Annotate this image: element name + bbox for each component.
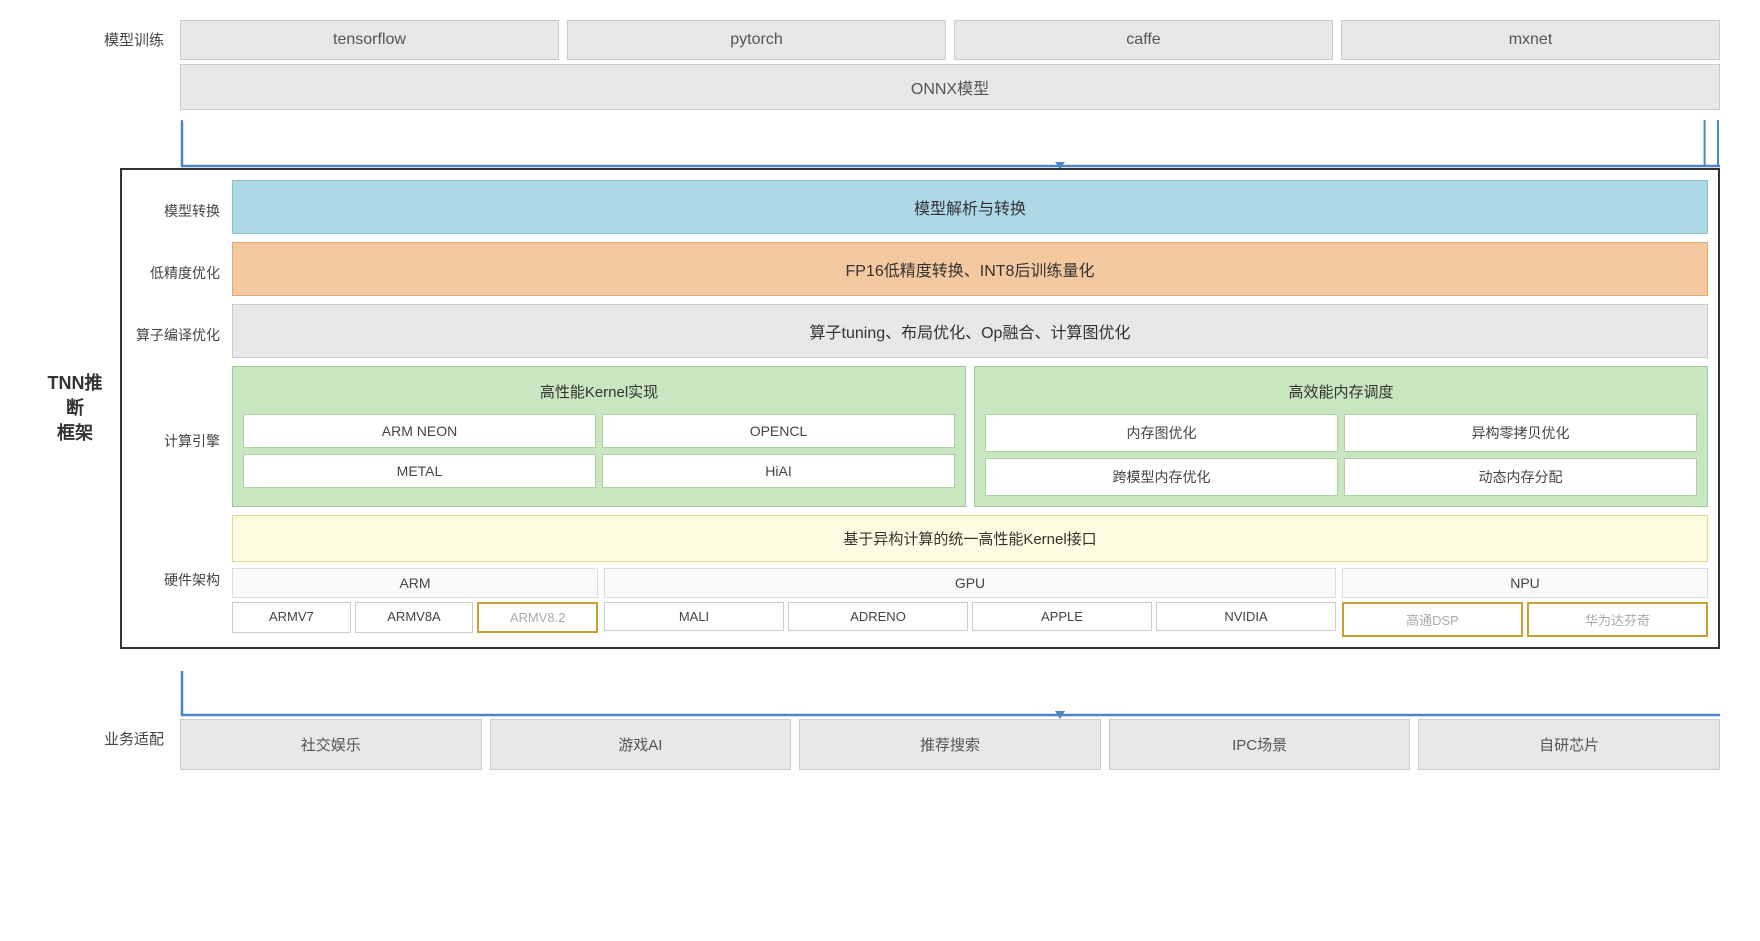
unified-kernel-box: 基于异构计算的统一高性能Kernel接口 bbox=[232, 515, 1708, 562]
hardware-categories: ARM ARMV7 ARMV8A ARMV8.2 GPU MALI bbox=[232, 568, 1708, 637]
arm-section: ARM ARMV7 ARMV8A ARMV8.2 bbox=[232, 568, 598, 637]
memory-cross-model: 跨模型内存优化 bbox=[985, 458, 1338, 496]
biz-recommend: 推荐搜索 bbox=[799, 719, 1101, 770]
arm-items: ARMV7 ARMV8A ARMV8.2 bbox=[232, 602, 598, 633]
compiler-content: 算子tuning、布局优化、Op融合、计算图优化 bbox=[232, 304, 1708, 358]
high-perf-kernel-title: 高性能Kernel实现 bbox=[243, 377, 955, 406]
efficient-memory-panel: 高效能内存调度 内存图优化 异构零拷贝优化 跨模型内存优化 动态内存分配 bbox=[974, 366, 1708, 507]
gpu-section: GPU MALI ADRENO APPLE NVIDIA bbox=[604, 568, 1336, 637]
low-precision-content: FP16低精度转换、INT8后训练量化 bbox=[232, 242, 1708, 296]
mali-chip: MALI bbox=[604, 602, 784, 631]
armv7-chip: ARMV7 bbox=[232, 602, 351, 633]
top-connector-svg2 bbox=[180, 118, 1720, 168]
model-conversion-row: 模型转换 模型解析与转换 bbox=[132, 180, 1708, 234]
hardware-content: 基于异构计算的统一高性能Kernel接口 ARM ARMV7 ARMV8A AR… bbox=[232, 515, 1708, 637]
npu-section: NPU 高通DSP 华为达芬奇 bbox=[1342, 568, 1708, 637]
biz-ipc: IPC场景 bbox=[1109, 719, 1411, 770]
business-section: 业务适配 社交娱乐 游戏AI 推荐搜索 IPC场景 自研芯片 bbox=[40, 719, 1720, 770]
bottom-connector-svg bbox=[180, 669, 1720, 719]
compiler-box: 算子tuning、布局优化、Op融合、计算图优化 bbox=[232, 304, 1708, 358]
model-training-section: 模型训练 tensorflow pytorch caffe mxnet ONNX… bbox=[40, 20, 1720, 110]
main-box: 模型转换 模型解析与转换 低精度优化 FP16低精度转换、INT8后训练量化 算… bbox=[120, 168, 1720, 649]
biz-game-ai: 游戏AI bbox=[490, 719, 792, 770]
qualcomm-dsp-chip: 高通DSP bbox=[1342, 602, 1523, 637]
hardware-label: 硬件架构 bbox=[132, 515, 232, 637]
arm-category-label: ARM bbox=[232, 568, 598, 598]
top-connector bbox=[180, 118, 1720, 168]
compute-engine-label: 计算引擎 bbox=[132, 366, 232, 507]
bottom-connector bbox=[180, 669, 1720, 719]
memory-hetero-copy: 异构零拷贝优化 bbox=[1344, 414, 1697, 452]
page-container: 模型训练 tensorflow pytorch caffe mxnet ONNX… bbox=[40, 20, 1720, 778]
biz-social: 社交娱乐 bbox=[180, 719, 482, 770]
memory-grid: 内存图优化 异构零拷贝优化 跨模型内存优化 动态内存分配 bbox=[985, 414, 1697, 496]
onnx-model-box: ONNX模型 bbox=[180, 64, 1720, 110]
kernel-arm-neon: ARM NEON bbox=[243, 414, 596, 448]
kernel-grid: ARM NEON OPENCL METAL HiAI bbox=[243, 414, 955, 488]
npu-items: 高通DSP 华为达芬奇 bbox=[1342, 602, 1708, 637]
model-conversion-content: 模型解析与转换 bbox=[232, 180, 1708, 234]
nvidia-chip: NVIDIA bbox=[1156, 602, 1336, 631]
compiler-label: 算子编译优化 bbox=[132, 304, 232, 358]
memory-dynamic-alloc: 动态内存分配 bbox=[1344, 458, 1697, 496]
compiler-row: 算子编译优化 算子tuning、布局优化、Op融合、计算图优化 bbox=[132, 304, 1708, 358]
biz-custom-chip: 自研芯片 bbox=[1418, 719, 1720, 770]
kernel-hiai: HiAI bbox=[602, 454, 955, 488]
framework-row: tensorflow pytorch caffe mxnet bbox=[180, 20, 1720, 60]
model-training-label: 模型训练 bbox=[40, 20, 180, 53]
framework-pytorch: pytorch bbox=[567, 20, 946, 60]
model-conversion-box: 模型解析与转换 bbox=[232, 180, 1708, 234]
kernel-opencl: OPENCL bbox=[602, 414, 955, 448]
efficient-memory-title: 高效能内存调度 bbox=[985, 377, 1697, 406]
framework-mxnet: mxnet bbox=[1341, 20, 1720, 60]
compute-engine-content: 高性能Kernel实现 ARM NEON OPENCL METAL HiAI 高… bbox=[232, 366, 1708, 507]
framework-caffe: caffe bbox=[954, 20, 1333, 60]
memory-graph-opt: 内存图优化 bbox=[985, 414, 1338, 452]
biz-boxes: 社交娱乐 游戏AI 推荐搜索 IPC场景 自研芯片 bbox=[180, 719, 1720, 770]
gpu-items: MALI ADRENO APPLE NVIDIA bbox=[604, 602, 1336, 631]
high-perf-kernel-panel: 高性能Kernel实现 ARM NEON OPENCL METAL HiAI bbox=[232, 366, 966, 507]
tnn-framework: TNN推断框架 模型转换 模型解析与转换 低精度优化 FP16低精度转换、INT… bbox=[40, 168, 1720, 649]
hardware-row: 硬件架构 基于异构计算的统一高性能Kernel接口 ARM ARMV7 ARMV… bbox=[132, 515, 1708, 637]
low-precision-label: 低精度优化 bbox=[132, 242, 232, 296]
apple-chip: APPLE bbox=[972, 602, 1152, 631]
armv82-chip: ARMV8.2 bbox=[477, 602, 598, 633]
compute-engine-container: 高性能Kernel实现 ARM NEON OPENCL METAL HiAI 高… bbox=[232, 366, 1708, 507]
npu-category-label: NPU bbox=[1342, 568, 1708, 598]
model-training-content: tensorflow pytorch caffe mxnet ONNX模型 bbox=[180, 20, 1720, 110]
business-label: 业务适配 bbox=[40, 719, 180, 752]
model-conversion-label: 模型转换 bbox=[132, 180, 232, 234]
gpu-category-label: GPU bbox=[604, 568, 1336, 598]
tnn-label-text: TNN推断框架 bbox=[40, 371, 110, 447]
low-precision-row: 低精度优化 FP16低精度转换、INT8后训练量化 bbox=[132, 242, 1708, 296]
huawei-chip: 华为达芬奇 bbox=[1527, 602, 1708, 637]
low-precision-box: FP16低精度转换、INT8后训练量化 bbox=[232, 242, 1708, 296]
armv8a-chip: ARMV8A bbox=[355, 602, 474, 633]
kernel-metal: METAL bbox=[243, 454, 596, 488]
framework-tensorflow: tensorflow bbox=[180, 20, 559, 60]
compute-engine-row: 计算引擎 高性能Kernel实现 ARM NEON OPENCL METAL H… bbox=[132, 366, 1708, 507]
business-content: 社交娱乐 游戏AI 推荐搜索 IPC场景 自研芯片 bbox=[180, 719, 1720, 770]
adreno-chip: ADRENO bbox=[788, 602, 968, 631]
tnn-label: TNN推断框架 bbox=[40, 168, 120, 649]
